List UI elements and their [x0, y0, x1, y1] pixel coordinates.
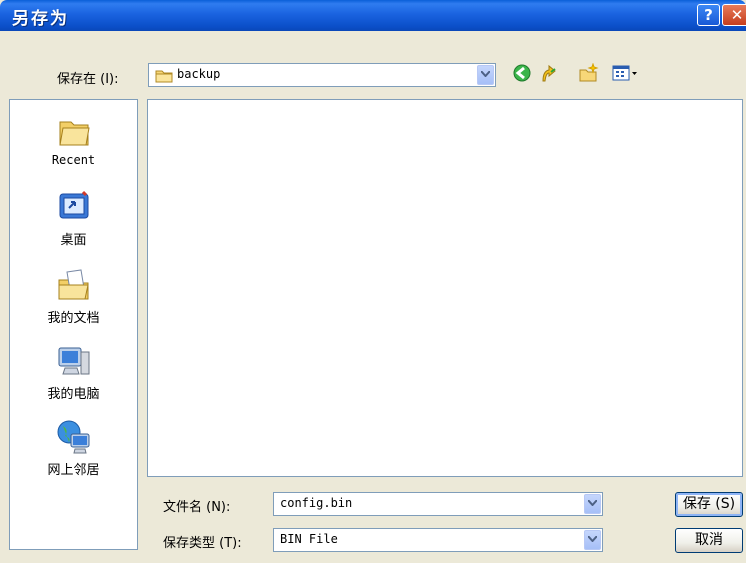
filetype-dropdown[interactable]: BIN File	[273, 528, 603, 552]
save-in-value: backup	[177, 67, 221, 81]
save-button[interactable]: 保存 (S)	[675, 492, 743, 517]
file-list[interactable]	[147, 99, 743, 477]
title-bar[interactable]: 另存为 ? ✕	[0, 0, 746, 31]
back-icon[interactable]	[512, 63, 532, 83]
window-title: 另存为	[12, 9, 69, 29]
filetype-label: 保存类型 (T):	[163, 536, 242, 551]
place-label: 桌面	[60, 233, 87, 248]
place-my-documents[interactable]: 我的文档	[10, 266, 137, 326]
up-folder-icon[interactable]	[539, 63, 559, 83]
place-network[interactable]: 网上邻居	[10, 418, 137, 478]
place-label: Recent	[51, 153, 96, 167]
new-folder-icon[interactable]	[579, 63, 599, 83]
place-my-computer[interactable]: 我的电脑	[10, 342, 137, 402]
help-button[interactable]: ?	[697, 4, 720, 26]
place-label: 网上邻居	[47, 463, 100, 478]
views-menu-icon[interactable]	[612, 63, 638, 83]
folder-icon	[155, 70, 173, 83]
desktop-icon	[59, 190, 88, 219]
filename-value: config.bin	[280, 496, 353, 510]
places-bar: Recent 桌面 我的文档 我的电脑 网上邻居	[9, 99, 138, 550]
filename-label: 文件名 (N):	[163, 500, 231, 515]
save-as-dialog: 另存为 ? ✕ 保存在 (I): backup Recent 桌面 我的文档 我…	[0, 0, 746, 563]
filename-input[interactable]: config.bin	[273, 492, 603, 516]
my-documents-icon	[58, 269, 89, 300]
cancel-button[interactable]: 取消	[675, 528, 743, 553]
place-label: 我的电脑	[47, 387, 100, 402]
place-desktop[interactable]: 桌面	[10, 188, 137, 248]
save-in-dropdown[interactable]: backup	[148, 63, 496, 87]
place-recent[interactable]: Recent	[10, 112, 137, 167]
chevron-down-icon[interactable]	[584, 530, 601, 550]
filetype-value: BIN File	[280, 532, 338, 546]
close-button[interactable]: ✕	[722, 4, 746, 26]
network-places-icon	[57, 420, 89, 454]
place-label: 我的文档	[47, 311, 100, 326]
save-in-label: 保存在 (I):	[57, 72, 119, 87]
recent-folder-icon	[58, 121, 90, 146]
chevron-down-icon[interactable]	[477, 65, 494, 85]
my-computer-icon	[58, 347, 89, 375]
chevron-down-icon[interactable]	[584, 494, 601, 514]
